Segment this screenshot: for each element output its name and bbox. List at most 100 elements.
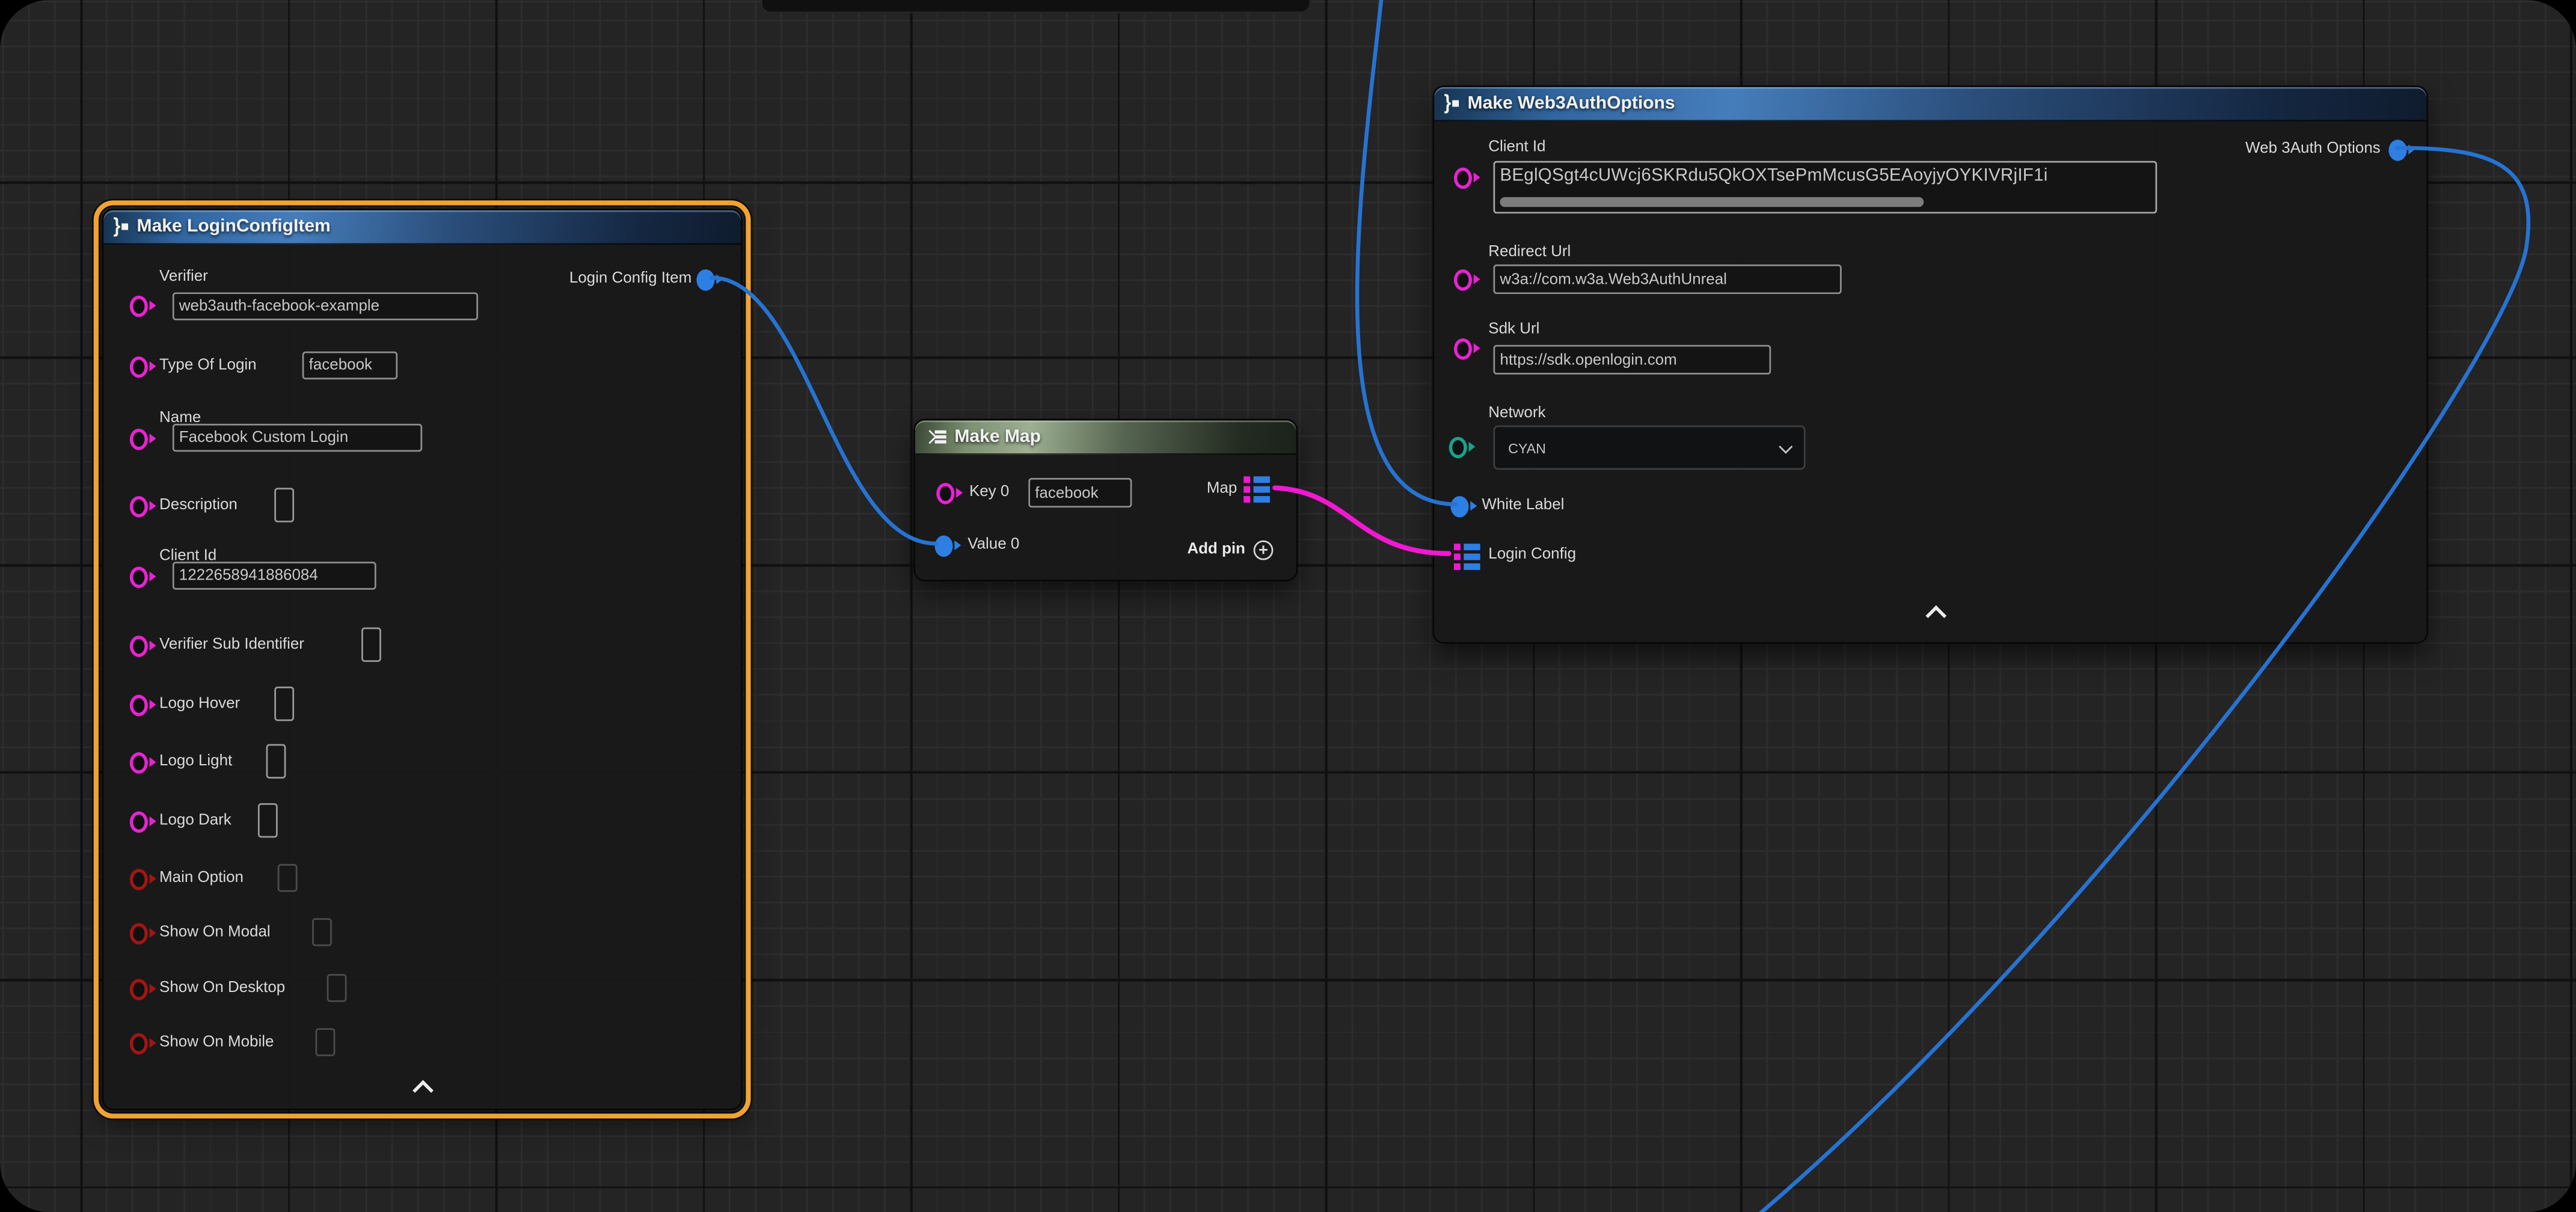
- map-pin-value-icon: [1254, 486, 1270, 493]
- pin-client-id[interactable]: [1454, 166, 1479, 189]
- pin-logo-hover[interactable]: [130, 693, 155, 716]
- graph-canvas[interactable]: }Make LoginConfigItem Verifier web3auth-fa…: [0, 0, 2576, 1212]
- add-pin-button[interactable]: Add pin+: [1187, 539, 1273, 560]
- pin-label-redirect-url: Redirect Url: [1488, 243, 1571, 263]
- map-pin-key-icon: [1244, 496, 1250, 503]
- pin-label-show-on-modal: Show On Modal: [159, 923, 271, 943]
- verifier-input[interactable]: web3auth-facebook-example: [173, 292, 478, 320]
- pin-arrow-icon: [1468, 442, 1474, 451]
- pin-main-option[interactable]: [130, 868, 155, 890]
- network-dropdown-value: CYAN: [1508, 439, 1546, 456]
- pin-value-0[interactable]: [935, 534, 960, 557]
- pin-arrow-icon: [2408, 144, 2414, 154]
- pin-description[interactable]: [130, 494, 155, 517]
- pin-arrow-icon: [716, 274, 722, 284]
- show-on-mobile-checkbox[interactable]: [316, 1028, 336, 1056]
- name-input[interactable]: Facebook Custom Login: [173, 424, 422, 451]
- pin-type-of-login[interactable]: [130, 355, 155, 378]
- make-container-icon: [925, 430, 946, 443]
- pin-arrow-icon: [149, 501, 155, 510]
- pin-client-id[interactable]: [130, 565, 155, 588]
- node-title: Make LoginConfigItem: [137, 217, 331, 237]
- pin-label-map: Map: [1207, 480, 1237, 500]
- verifier-sub-identifier-input[interactable]: [361, 628, 381, 662]
- pin-label-key-0: Key 0: [969, 483, 1009, 503]
- partial-node[interactable]: [761, 0, 1311, 13]
- wire-map-to-login-config: [1275, 488, 1449, 553]
- pin-arrow-icon: [149, 984, 155, 994]
- pin-redirect-url[interactable]: [1454, 268, 1479, 290]
- pin-arrow-icon: [1473, 173, 1479, 182]
- pin-logo-dark[interactable]: [130, 810, 155, 833]
- node-make-loginconfigitem-header[interactable]: }Make LoginConfigItem: [103, 210, 741, 245]
- pin-show-on-modal[interactable]: [130, 922, 155, 944]
- pin-ring: [130, 496, 148, 518]
- logo-dark-input[interactable]: [258, 803, 278, 837]
- logo-hover-input[interactable]: [274, 687, 294, 721]
- node-make-web3authoptions[interactable]: }Make Web3AuthOptionsClient IdBEglQSgt4c…: [1432, 85, 2428, 644]
- pin-ring: [1449, 437, 1467, 459]
- pin-login-config-item[interactable]: [696, 268, 721, 290]
- pin-ring: [130, 1033, 148, 1054]
- type-of-login-input[interactable]: facebook: [302, 352, 397, 379]
- pin-web-3auth-options[interactable]: [2388, 138, 2413, 161]
- map-pin-row: [1244, 476, 1270, 483]
- client-id-input[interactable]: BEglQSgt4cUWcj6SKRdu5QkOXTsePmMcusG5EAoy…: [1493, 161, 2157, 213]
- pin-key-0[interactable]: [936, 482, 961, 504]
- list-bar: [935, 441, 946, 443]
- add-pin-icon: +: [1254, 539, 1274, 559]
- client-id-scrollbar[interactable]: [1500, 197, 1924, 207]
- pin-arrow-icon: [1470, 501, 1476, 510]
- network-dropdown[interactable]: CYAN: [1493, 426, 1805, 470]
- node-make-map-header[interactable]: Make Map: [915, 420, 1296, 454]
- node-make-loginconfigitem[interactable]: }Make LoginConfigItem Verifier web3auth-fa…: [102, 209, 743, 1110]
- pin-show-on-mobile[interactable]: [130, 1032, 155, 1054]
- pin-label-main-option: Main Option: [159, 869, 244, 889]
- map-pin-value-icon: [1464, 563, 1480, 570]
- map-pin-value-icon: [1254, 496, 1270, 503]
- pin-arrow-icon: [149, 301, 155, 310]
- pin-white-label[interactable]: [1450, 494, 1475, 517]
- logo-light-input[interactable]: [266, 744, 286, 779]
- description-input[interactable]: [274, 488, 294, 522]
- node-title: Make Map: [954, 427, 1041, 447]
- pin-map[interactable]: [1244, 476, 1270, 506]
- pin-ring: [130, 869, 148, 890]
- pin-verifier[interactable]: [130, 294, 155, 317]
- pin-ring: [130, 752, 148, 774]
- collapse-node-button[interactable]: [411, 1077, 434, 1097]
- pin-label-verifier: Verifier: [159, 268, 208, 287]
- pin-ring: [1454, 269, 1472, 291]
- pin-ring: [130, 812, 148, 833]
- key-0-input[interactable]: facebook: [1028, 478, 1132, 507]
- chevron-up-icon: [1925, 605, 1946, 626]
- redirect-url-input[interactable]: w3a://com.w3a.Web3AuthUnreal: [1493, 265, 1841, 294]
- pin-sdk-url[interactable]: [1454, 337, 1479, 360]
- pin-label-show-on-mobile: Show On Mobile: [159, 1033, 274, 1053]
- show-on-desktop-checkbox[interactable]: [327, 974, 347, 1002]
- pin-label-white-label: White Label: [1482, 496, 1564, 516]
- pin-arrow-icon: [955, 488, 962, 497]
- pin-arrow-icon: [149, 1038, 155, 1048]
- pin-show-on-desktop[interactable]: [130, 978, 155, 1000]
- sdk-url-input[interactable]: https://sdk.openlogin.com: [1493, 345, 1771, 375]
- collapse-node-button[interactable]: [1924, 603, 1946, 623]
- node-make-map[interactable]: Make MapKey 0facebookValue 0MapAdd pin+: [913, 419, 1298, 581]
- pin-ring: [935, 536, 953, 557]
- pin-label-sdk-url: Sdk Url: [1488, 320, 1539, 340]
- map-pin-row: [1244, 496, 1270, 503]
- pin-name[interactable]: [130, 427, 155, 450]
- pin-logo-light[interactable]: [130, 751, 155, 774]
- show-on-modal-checkbox[interactable]: [312, 918, 332, 946]
- pin-verifier-sub-identifier[interactable]: [130, 634, 155, 657]
- pin-login-config[interactable]: [1454, 543, 1480, 573]
- pin-arrow-icon: [149, 874, 155, 883]
- node-make-web3authoptions-header[interactable]: }Make Web3AuthOptions: [1434, 87, 2426, 121]
- pin-ring: [696, 269, 714, 291]
- pin-network[interactable]: [1449, 435, 1474, 458]
- main-option-checkbox[interactable]: [278, 864, 298, 892]
- map-pin-row: [1244, 486, 1270, 493]
- client-id-input[interactable]: 1222658941886084: [173, 562, 376, 589]
- square-glyph: [1453, 100, 1459, 107]
- pin-arrow-icon: [149, 572, 155, 581]
